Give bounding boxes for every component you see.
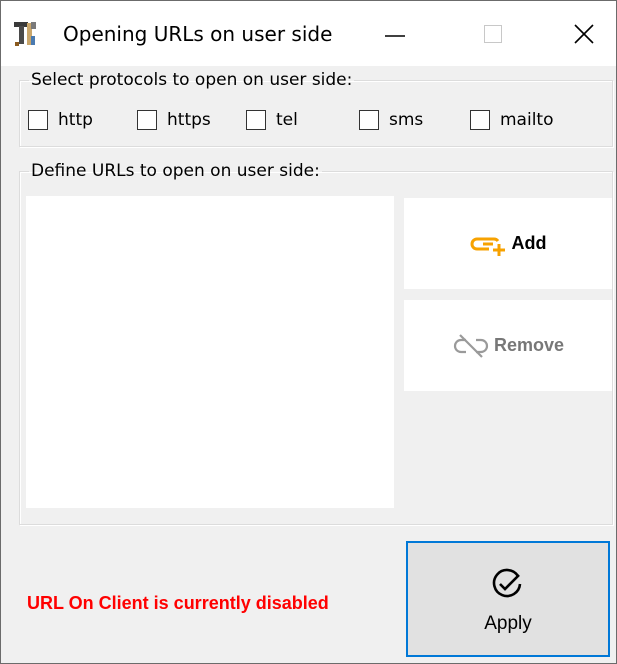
checkbox-https[interactable]: https: [137, 108, 211, 132]
minimize-button[interactable]: [348, 1, 440, 66]
remove-button-label: Remove: [493, 335, 565, 355]
checkbox-box[interactable]: [137, 110, 157, 130]
close-button[interactable]: [532, 1, 616, 66]
protocols-legend: Select protocols to open on user side:: [31, 70, 353, 90]
window-title: Opening URLs on user side: [63, 22, 333, 46]
checkbox-box[interactable]: [470, 110, 490, 130]
apply-button-label: Apply: [484, 613, 532, 634]
checkbox-http[interactable]: http: [28, 108, 93, 132]
link-remove-icon: [452, 333, 490, 359]
maximize-button[interactable]: [440, 1, 532, 66]
tools-icon: [12, 19, 38, 47]
checkbox-box[interactable]: [359, 110, 379, 130]
checkbox-label: http: [58, 110, 93, 130]
apply-button[interactable]: Apply: [406, 541, 610, 657]
close-icon: [574, 24, 594, 44]
checkbox-label: sms: [389, 110, 424, 130]
urls-legend: Define URLs to open on user side:: [31, 161, 320, 181]
check-circle-icon: [490, 567, 524, 601]
checkbox-label: tel: [276, 110, 298, 130]
url-list[interactable]: [26, 196, 394, 508]
checkbox-label: https: [167, 110, 211, 130]
checkbox-mailto[interactable]: mailto: [470, 108, 554, 132]
add-button[interactable]: Add: [404, 198, 612, 289]
link-add-icon: [470, 231, 508, 257]
remove-button[interactable]: Remove: [404, 300, 612, 391]
minimize-icon: [385, 35, 405, 37]
checkbox-box[interactable]: [28, 110, 48, 130]
checkbox-box[interactable]: [246, 110, 266, 130]
title-bar[interactable]: Opening URLs on user side: [1, 1, 616, 66]
add-button-label: Add: [511, 233, 547, 253]
checkbox-sms[interactable]: sms: [359, 108, 423, 132]
checkbox-tel[interactable]: tel: [246, 108, 298, 132]
checkbox-label: mailto: [500, 110, 554, 130]
dialog-window: Opening URLs on user side Select protoco…: [0, 0, 617, 664]
maximize-icon: [484, 25, 502, 43]
status-message: URL On Client is currently disabled: [27, 593, 329, 613]
